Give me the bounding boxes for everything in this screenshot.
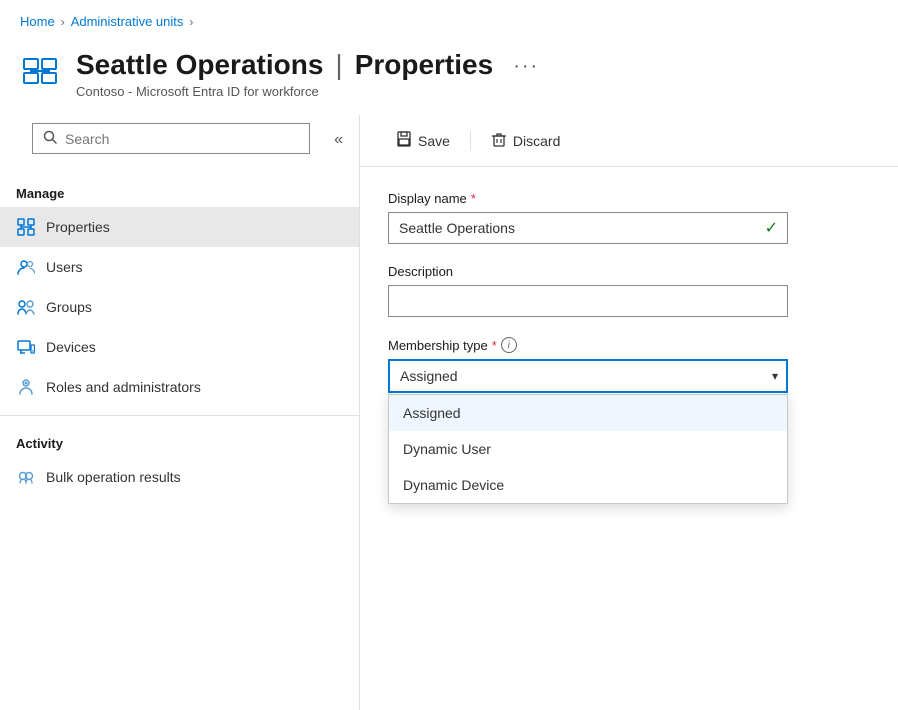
membership-type-select-wrapper: Assigned Dynamic User Dynamic Device ▾ A… xyxy=(388,359,788,393)
display-name-input[interactable] xyxy=(388,212,788,244)
description-field-group: Description xyxy=(388,264,870,317)
save-button[interactable]: Save xyxy=(384,125,462,156)
breadcrumb-home[interactable]: Home xyxy=(20,14,55,29)
sidebar-item-roles-label: Roles and administrators xyxy=(46,379,201,395)
sidebar: « Manage Properties xyxy=(0,115,360,710)
membership-type-required: * xyxy=(492,338,497,353)
search-input[interactable] xyxy=(65,131,299,147)
sidebar-item-bulk-label: Bulk operation results xyxy=(46,469,181,485)
users-icon xyxy=(16,257,36,277)
page-title-separator: | xyxy=(335,49,342,81)
groups-icon xyxy=(16,297,36,317)
main-layout: « Manage Properties xyxy=(0,115,898,710)
breadcrumb: Home › Administrative units › xyxy=(0,0,898,39)
bulk-icon xyxy=(16,467,36,487)
page-title: Seattle Operations xyxy=(76,49,323,81)
sidebar-search-wrapper xyxy=(16,123,326,170)
manage-section-label: Manage xyxy=(0,174,359,207)
sidebar-item-roles[interactable]: Roles and administrators xyxy=(0,367,359,407)
sidebar-item-bulk[interactable]: Bulk operation results xyxy=(0,457,359,497)
display-name-required: * xyxy=(471,191,476,206)
dropdown-option-assigned[interactable]: Assigned xyxy=(389,395,787,431)
search-box xyxy=(32,123,310,154)
sidebar-item-groups-label: Groups xyxy=(46,299,92,315)
page-subtitle: Contoso - Microsoft Entra ID for workfor… xyxy=(76,84,878,99)
dropdown-option-dynamic-user[interactable]: Dynamic User xyxy=(389,431,787,467)
save-icon xyxy=(396,131,412,150)
roles-icon xyxy=(16,377,36,397)
page-header: Seattle Operations | Properties ··· Cont… xyxy=(0,39,898,115)
toolbar-separator xyxy=(470,131,471,151)
devices-icon xyxy=(16,337,36,357)
search-icon xyxy=(43,130,57,147)
content-area: Save Discard xyxy=(360,115,898,710)
discard-label: Discard xyxy=(513,133,560,149)
sidebar-item-users[interactable]: Users xyxy=(0,247,359,287)
membership-type-dropdown: Assigned Dynamic User Dynamic Device xyxy=(388,394,788,504)
display-name-check-icon: ✓ xyxy=(765,218,778,238)
breadcrumb-sep1: › xyxy=(61,15,65,29)
membership-type-field-group: Membership type * i Assigned Dynamic Use… xyxy=(388,337,870,393)
form-area: Display name * ✓ Description Membership … xyxy=(360,167,898,710)
page-type: Properties xyxy=(355,49,494,81)
dropdown-option-dynamic-device[interactable]: Dynamic Device xyxy=(389,467,787,503)
description-label: Description xyxy=(388,264,870,279)
breadcrumb-admin-units[interactable]: Administrative units xyxy=(71,14,184,29)
description-input[interactable] xyxy=(388,285,788,317)
sidebar-item-devices[interactable]: Devices xyxy=(0,327,359,367)
display-name-label: Display name * xyxy=(388,191,870,206)
toolbar: Save Discard xyxy=(360,115,898,167)
properties-icon xyxy=(16,217,36,237)
sidebar-item-properties[interactable]: Properties xyxy=(0,207,359,247)
sidebar-divider xyxy=(0,415,359,416)
page-header-text: Seattle Operations | Properties ··· Cont… xyxy=(76,47,878,99)
membership-type-info-icon[interactable]: i xyxy=(501,337,517,353)
display-name-input-wrapper: ✓ xyxy=(388,212,788,244)
sidebar-item-groups[interactable]: Groups xyxy=(0,287,359,327)
discard-button[interactable]: Discard xyxy=(479,125,572,156)
sidebar-search-row: « xyxy=(0,115,359,174)
page-header-icon xyxy=(20,51,60,91)
discard-icon xyxy=(491,131,507,150)
sidebar-item-properties-label: Properties xyxy=(46,219,110,235)
membership-type-label: Membership type * i xyxy=(388,337,870,353)
more-options-button[interactable]: ··· xyxy=(505,51,547,82)
breadcrumb-sep2: › xyxy=(189,15,193,29)
activity-section-label: Activity xyxy=(0,424,359,457)
sidebar-item-users-label: Users xyxy=(46,259,83,275)
save-label: Save xyxy=(418,133,450,149)
membership-type-select[interactable]: Assigned Dynamic User Dynamic Device xyxy=(388,359,788,393)
display-name-field-group: Display name * ✓ xyxy=(388,191,870,244)
collapse-sidebar-button[interactable]: « xyxy=(326,127,351,153)
sidebar-item-devices-label: Devices xyxy=(46,339,96,355)
